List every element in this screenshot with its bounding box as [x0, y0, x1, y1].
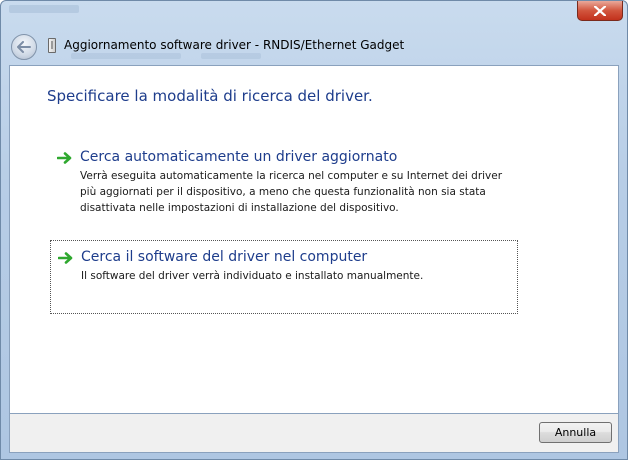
option-browse-computer[interactable]: Cerca il software del driver nel compute…: [50, 240, 518, 314]
close-icon: [594, 5, 606, 16]
window-title: Aggiornamento software driver - RNDIS/Et…: [64, 38, 405, 52]
close-button[interactable]: [577, 1, 623, 21]
green-arrow-icon: [58, 252, 73, 264]
page-heading: Specificare la modalità di ricerca del d…: [47, 87, 373, 105]
option-description: Il software del driver verrà individuato…: [81, 270, 424, 282]
dialog-footer: Annulla: [9, 414, 619, 453]
back-arrow-icon: [17, 41, 31, 53]
content-area: Specificare la modalità di ricerca del d…: [9, 65, 619, 414]
option-description: Verrà eseguita automaticamente la ricerc…: [80, 170, 503, 214]
title-bar: Aggiornamento software driver - RNDIS/Et…: [1, 1, 627, 65]
option-title: Cerca automaticamente un driver aggiorna…: [80, 149, 398, 165]
option-title: Cerca il software del driver nel compute…: [81, 249, 368, 265]
device-icon: [48, 38, 56, 53]
option-search-automatically[interactable]: Cerca automaticamente un driver aggiorna…: [50, 141, 518, 217]
green-arrow-icon: [57, 152, 72, 164]
back-button[interactable]: [11, 34, 37, 60]
dialog-window: Aggiornamento software driver - RNDIS/Et…: [0, 0, 628, 460]
cancel-button[interactable]: Annulla: [539, 422, 612, 443]
background-blur: [201, 53, 261, 59]
background-blur: [71, 53, 181, 59]
background-blur: [9, 5, 79, 13]
